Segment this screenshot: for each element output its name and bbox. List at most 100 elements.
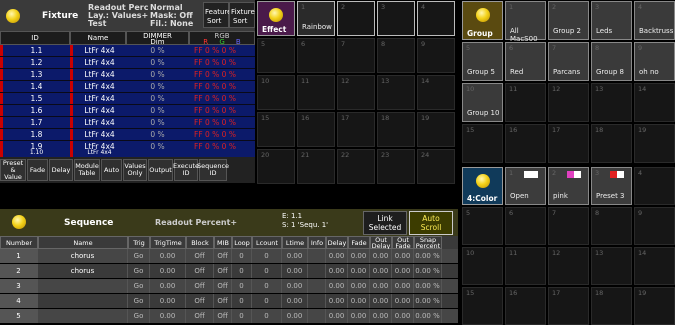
output-button[interactable]: Output [148,159,173,181]
color-slot[interactable]: 3 Preset 3 [591,167,632,205]
effect-slot[interactable]: 18 [377,112,415,147]
group-slot[interactable]: 1 All MacS00 [505,1,546,43]
effect-slot[interactable]: 4 [417,1,455,36]
seq-col-header[interactable]: Trig [128,236,150,249]
group-slot[interactable]: 8 Group 8 [591,42,632,81]
table-row[interactable]: 1.4 LtFr 4x4 0 % FF 0 % 0 % [0,81,255,93]
seq-col-header[interactable]: Ltime [282,236,308,249]
effect-slot[interactable]: 6 [297,38,335,73]
color-slot[interactable]: 14 [634,247,675,285]
color-slot[interactable]: 13 [591,247,632,285]
effect-slot[interactable]: 11 [297,75,335,110]
link-selected-button[interactable]: Link Selected [363,211,407,235]
effect-slot[interactable]: 22 [337,149,375,184]
bulb-icon[interactable] [6,9,20,23]
group-slot[interactable]: 16 [505,124,546,163]
seq-col-header[interactable]: Name [38,236,128,249]
values-only-button[interactable]: Values Only [123,159,147,181]
color-slot[interactable]: 15 [462,287,503,325]
group-slot[interactable]: 12 [548,83,589,122]
table-row[interactable]: 1.2 LtFr 4x4 0 % FF 0 % 0 % [0,57,255,69]
color-slot[interactable]: 18 [591,287,632,325]
color-slot[interactable]: 10 [462,247,503,285]
color-slot[interactable]: 17 [548,287,589,325]
auto-button[interactable]: Auto [101,159,122,181]
seq-col-header[interactable]: MIB [214,236,232,249]
color-slot[interactable]: 16 [505,287,546,325]
execute-id-button[interactable]: Execute ID [173,159,199,181]
group-slot[interactable]: 14 [634,83,675,122]
effect-slot[interactable]: 20 [257,149,295,184]
effect-slot[interactable]: 19 [417,112,455,147]
effect-slot[interactable]: 24 [417,149,455,184]
table-row[interactable]: 1.7 LtFr 4x4 0 % FF 0 % 0 % [0,117,255,129]
table-row[interactable]: 1.8 LtFr 4x4 0 % FF 0 % 0 % [0,129,255,141]
effect-slot[interactable]: 1 Rainbow [297,1,335,36]
fade-button[interactable]: Fade [27,159,48,181]
color-slot[interactable]: 2 pink [548,167,589,205]
color-slot[interactable]: 9 [634,207,675,245]
group-slot[interactable]: 9 oh no [634,42,675,81]
effect-slot[interactable]: 17 [337,112,375,147]
color-slot[interactable]: 5 [462,207,503,245]
color-slot[interactable]: 11 [505,247,546,285]
seq-col-header[interactable]: Out Delay [370,236,392,249]
effect-slot[interactable]: 15 [257,112,295,147]
effect-slot[interactable]: 2 [337,1,375,36]
col-dimmer[interactable]: DIMMER Dim [126,31,189,46]
group-slot[interactable]: 3 Leds [591,1,632,40]
group-pool-title[interactable]: Group [462,1,503,40]
table-row[interactable]: 5 Go 0.00 Off Off 0 0 0.00 0.00 0.00 0.00 0.00 0.00 … [0,309,458,323]
group-slot[interactable]: 11 [505,83,546,122]
seq-col-header[interactable]: Out Fade [392,236,414,249]
color-slot[interactable]: 4 [634,167,675,205]
table-row[interactable]: 3 Go 0.00 Off Off 0 0 0.00 0.00 0.00 0.00 0.00 0.00 … [0,279,458,293]
color-slot[interactable]: 12 [548,247,589,285]
group-slot[interactable]: 2 Group 2 [548,1,589,40]
color-slot[interactable]: 19 [634,287,675,325]
effect-slot[interactable]: 21 [297,149,335,184]
effect-slot[interactable]: 16 [297,112,335,147]
group-slot[interactable]: 4 Backtruss [634,1,675,40]
effect-slot[interactable]: 5 [257,38,295,73]
bulb-icon[interactable] [12,215,26,229]
table-row[interactable]: 1.1 LtFr 4x4 0 % FF 0 % 0 % [0,45,255,57]
seq-col-header[interactable]: Snap Percent [414,236,442,249]
color-slot[interactable]: 7 [548,207,589,245]
table-row[interactable]: 1.3 LtFr 4x4 0 % FF 0 % 0 % [0,69,255,81]
table-row[interactable]: 2 chorus Go 0.00 Off Off 0 0 0.00 0.00 0.00 0.00 0.0… [0,264,458,278]
module-table-button[interactable]: Module Table [74,159,100,181]
table-row[interactable]: 4 Go 0.00 Off Off 0 0 0.00 0.00 0.00 0.00 0.00 0.00 … [0,294,458,308]
effect-slot[interactable]: 12 [337,75,375,110]
effect-slot[interactable]: 3 [377,1,415,36]
effect-slot[interactable]: 23 [377,149,415,184]
effect-slot[interactable]: 10 [257,75,295,110]
col-rgb[interactable]: RGB R G B [189,31,255,46]
seq-col-header[interactable]: Number [0,236,38,249]
table-row[interactable]: 1.6 LtFr 4x4 0 % FF 0 % 0 % [0,105,255,117]
group-slot[interactable]: 18 [591,124,632,163]
preset-value-button[interactable]: Preset & Value [0,159,26,181]
col-name[interactable]: Name [70,31,126,45]
seq-col-header[interactable]: Block [186,236,214,249]
group-slot[interactable]: 19 [634,124,675,163]
seq-col-header[interactable]: TrigTime [150,236,186,249]
table-row[interactable]: 1 chorus Go 0.00 Off Off 0 0 0.00 0.00 0.00 0.00 0.0… [0,249,458,263]
delay-button[interactable]: Delay [49,159,73,181]
group-slot[interactable]: 17 [548,124,589,163]
group-slot[interactable]: 13 [591,83,632,122]
seq-col-header[interactable]: Info [308,236,326,249]
group-slot[interactable]: 7 Parcans [548,42,589,81]
group-slot[interactable]: 5 Group 5 [462,42,503,81]
seq-col-header[interactable]: Fade [348,236,370,249]
group-slot[interactable]: 15 [462,124,503,163]
col-id[interactable]: ID [0,31,70,45]
color-slot[interactable]: 6 [505,207,546,245]
seq-col-header[interactable]: Loop [232,236,252,249]
seq-col-header[interactable]: Lcount [252,236,282,249]
group-slot[interactable]: 10 Group 10 [462,83,503,122]
color-slot[interactable]: 8 [591,207,632,245]
effect-pool-title[interactable]: Effect [257,1,295,36]
effect-slot[interactable]: 7 [337,38,375,73]
fixture-sort-button[interactable]: Fixture Sort [229,2,255,28]
